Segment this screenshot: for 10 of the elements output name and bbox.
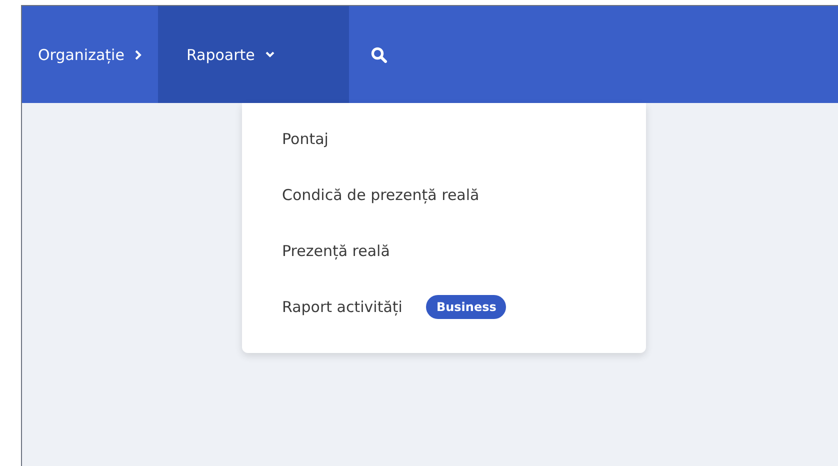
plan-badge: Business — [426, 295, 506, 319]
menu-item[interactable]: Prezență reală — [282, 242, 390, 260]
nav-item[interactable]: Rapoarte — [158, 6, 350, 103]
caret-icon — [264, 51, 275, 58]
menu-item[interactable]: Pontaj — [282, 130, 328, 148]
search-icon — [371, 46, 388, 62]
nav-item[interactable]: Organizație — [22, 6, 158, 103]
menu-item[interactable]: Raport activități — [282, 298, 402, 316]
menu-item[interactable]: Condică de prezență reală — [282, 186, 480, 204]
chevron-right-icon — [134, 50, 142, 60]
